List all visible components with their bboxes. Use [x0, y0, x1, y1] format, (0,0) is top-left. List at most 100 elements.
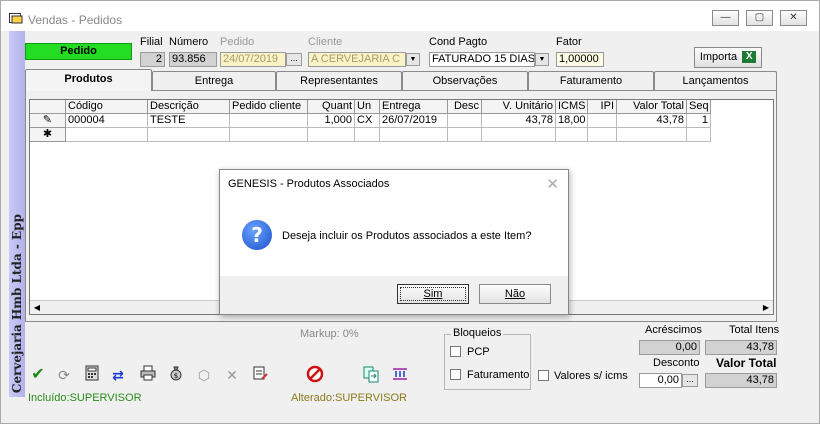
new-cell[interactable]	[230, 128, 308, 142]
col-header-codigo[interactable]: Código	[66, 100, 148, 114]
dialog-title: GENESIS - Produtos Associados	[228, 178, 390, 190]
block-stop-icon[interactable]	[304, 364, 326, 386]
filial-field[interactable]: 2	[140, 52, 165, 67]
col-header-icms[interactable]: ICMS	[556, 100, 588, 114]
col-header-quant[interactable]: Quant	[308, 100, 355, 114]
col-header-valor-total[interactable]: Valor Total	[617, 100, 687, 114]
col-header-entrega[interactable]: Entrega	[380, 100, 448, 114]
col-header-seq[interactable]: Seq	[687, 100, 711, 114]
col-header-ipi[interactable]: IPI	[588, 100, 617, 114]
new-cell[interactable]	[556, 128, 588, 142]
total-itens-field: 43,78	[705, 340, 777, 355]
calculator-icon[interactable]	[81, 364, 103, 386]
dialog-close-icon[interactable]: ✕	[546, 175, 559, 193]
close-button[interactable]: ✕	[780, 10, 807, 26]
col-header-un[interactable]: Un	[355, 100, 380, 114]
cond-pagto-select[interactable]: FATURADO 15 DIAS	[429, 52, 535, 67]
scroll-right-icon[interactable]: ▶	[759, 301, 773, 314]
new-cell[interactable]	[617, 128, 687, 142]
col-header-pedido-cliente[interactable]: Pedido cliente	[230, 100, 308, 114]
chevron-down-icon: ▼	[409, 56, 417, 63]
question-icon: ?	[242, 220, 272, 250]
tab-observacoes[interactable]: Observações	[402, 71, 528, 91]
markup-label: Markup: 0%	[300, 328, 359, 340]
desconto-field[interactable]: 0,00	[639, 373, 682, 388]
pcp-label: PCP	[467, 346, 490, 358]
cell-descricao[interactable]: TESTE	[148, 114, 230, 128]
cell-entrega[interactable]: 26/07/2019	[380, 114, 448, 128]
pcp-checkbox[interactable]	[450, 346, 461, 357]
cell-desc[interactable]	[448, 114, 482, 128]
cond-pagto-label: Cond Pagto	[429, 36, 488, 48]
new-cell[interactable]	[308, 128, 355, 142]
cond-pagto-dropdown-button[interactable]: ▼	[535, 53, 549, 66]
sim-label: Sim	[423, 288, 443, 300]
confirm-check-icon[interactable]: ✔	[27, 364, 49, 386]
maximize-button[interactable]: ▢	[746, 10, 773, 26]
new-cell[interactable]	[482, 128, 556, 142]
incluido-text: Incluído:SUPERVISOR	[28, 392, 142, 404]
fator-field[interactable]: 1,00000	[556, 52, 604, 67]
pedido-label: Pedido	[220, 36, 255, 48]
bloqueios-group	[444, 334, 531, 390]
title-bar: Vendas - Pedidos — ▢ ✕	[1, 1, 819, 31]
copy-document-icon[interactable]	[360, 364, 382, 386]
new-cell[interactable]	[687, 128, 711, 142]
numero-field[interactable]: 93.856	[169, 52, 217, 67]
print-icon[interactable]	[137, 364, 159, 386]
acrescimos-field[interactable]: 0,00	[639, 340, 700, 355]
new-cell[interactable]	[66, 128, 148, 142]
tab-produtos[interactable]: Produtos	[25, 69, 152, 91]
cell-un[interactable]: CX	[355, 114, 380, 128]
money-bag-icon[interactable]: $	[165, 364, 187, 386]
window-title: Vendas - Pedidos	[28, 13, 123, 27]
cell-seq[interactable]: 1	[687, 114, 711, 128]
valores-sem-icms-checkbox[interactable]	[538, 370, 549, 381]
cell-valor-total[interactable]: 43,78	[617, 114, 687, 128]
col-header-v-unitario[interactable]: V. Unitário	[482, 100, 556, 114]
cell-ipi[interactable]	[588, 114, 617, 128]
document-edit-icon[interactable]	[249, 364, 271, 386]
sim-button[interactable]: Sim	[397, 284, 469, 304]
col-header-desc[interactable]: Desc	[448, 100, 482, 114]
minimize-button[interactable]: —	[712, 10, 739, 26]
cell-pedido-cliente[interactable]	[230, 114, 308, 128]
new-cell[interactable]	[380, 128, 448, 142]
box-icon[interactable]: ⬡	[193, 364, 215, 386]
nao-button[interactable]: Não	[479, 284, 551, 304]
maximize-icon: ▢	[754, 12, 765, 23]
cell-codigo[interactable]: 000004	[66, 114, 148, 128]
valor-total-field: 43,78	[705, 373, 777, 388]
excel-icon: X	[742, 51, 757, 64]
tab-entrega[interactable]: Entrega	[152, 71, 276, 91]
faturamento-checkbox[interactable]	[450, 369, 461, 380]
new-cell[interactable]	[148, 128, 230, 142]
asterisk-icon: ✱	[42, 128, 53, 140]
tab-faturamento[interactable]: Faturamento	[528, 71, 654, 91]
refresh-icon[interactable]: ⟳	[53, 364, 75, 386]
distribute-icon[interactable]	[389, 364, 411, 386]
col-header-descricao[interactable]: Descrição	[148, 100, 230, 114]
cancel-x-icon[interactable]: ✕	[221, 364, 243, 386]
cliente-dropdown-button[interactable]: ▼	[406, 53, 420, 66]
cell-icms[interactable]: 18,00	[556, 114, 588, 128]
pedido-date-picker-button[interactable]: ...	[286, 53, 302, 66]
scroll-left-icon[interactable]: ◀	[30, 301, 44, 314]
tab-lancamentos[interactable]: Lançamentos	[654, 71, 777, 91]
pedido-date-field[interactable]: 24/07/2019	[220, 52, 286, 67]
cell-quant[interactable]: 1,000	[308, 114, 355, 128]
new-cell[interactable]	[588, 128, 617, 142]
cell-v-unitario[interactable]: 43,78	[482, 114, 556, 128]
new-cell[interactable]	[448, 128, 482, 142]
tab-representantes[interactable]: Representantes	[276, 71, 402, 91]
importa-button[interactable]: Importa X	[694, 47, 762, 68]
desconto-button[interactable]: ...	[682, 374, 698, 387]
cliente-field[interactable]: A CERVEJARIA C	[308, 52, 406, 67]
desconto-label: Desconto	[653, 357, 700, 369]
swap-arrows-icon[interactable]: ⇄	[107, 364, 129, 386]
nao-label: Não	[504, 288, 526, 300]
produtos-associados-dialog: GENESIS - Produtos Associados ✕ ? Deseja…	[219, 169, 569, 315]
svg-text:$: $	[174, 372, 178, 380]
company-sidebar: Cervejaria Hmb Ltda - Epp	[9, 31, 25, 397]
new-cell[interactable]	[355, 128, 380, 142]
